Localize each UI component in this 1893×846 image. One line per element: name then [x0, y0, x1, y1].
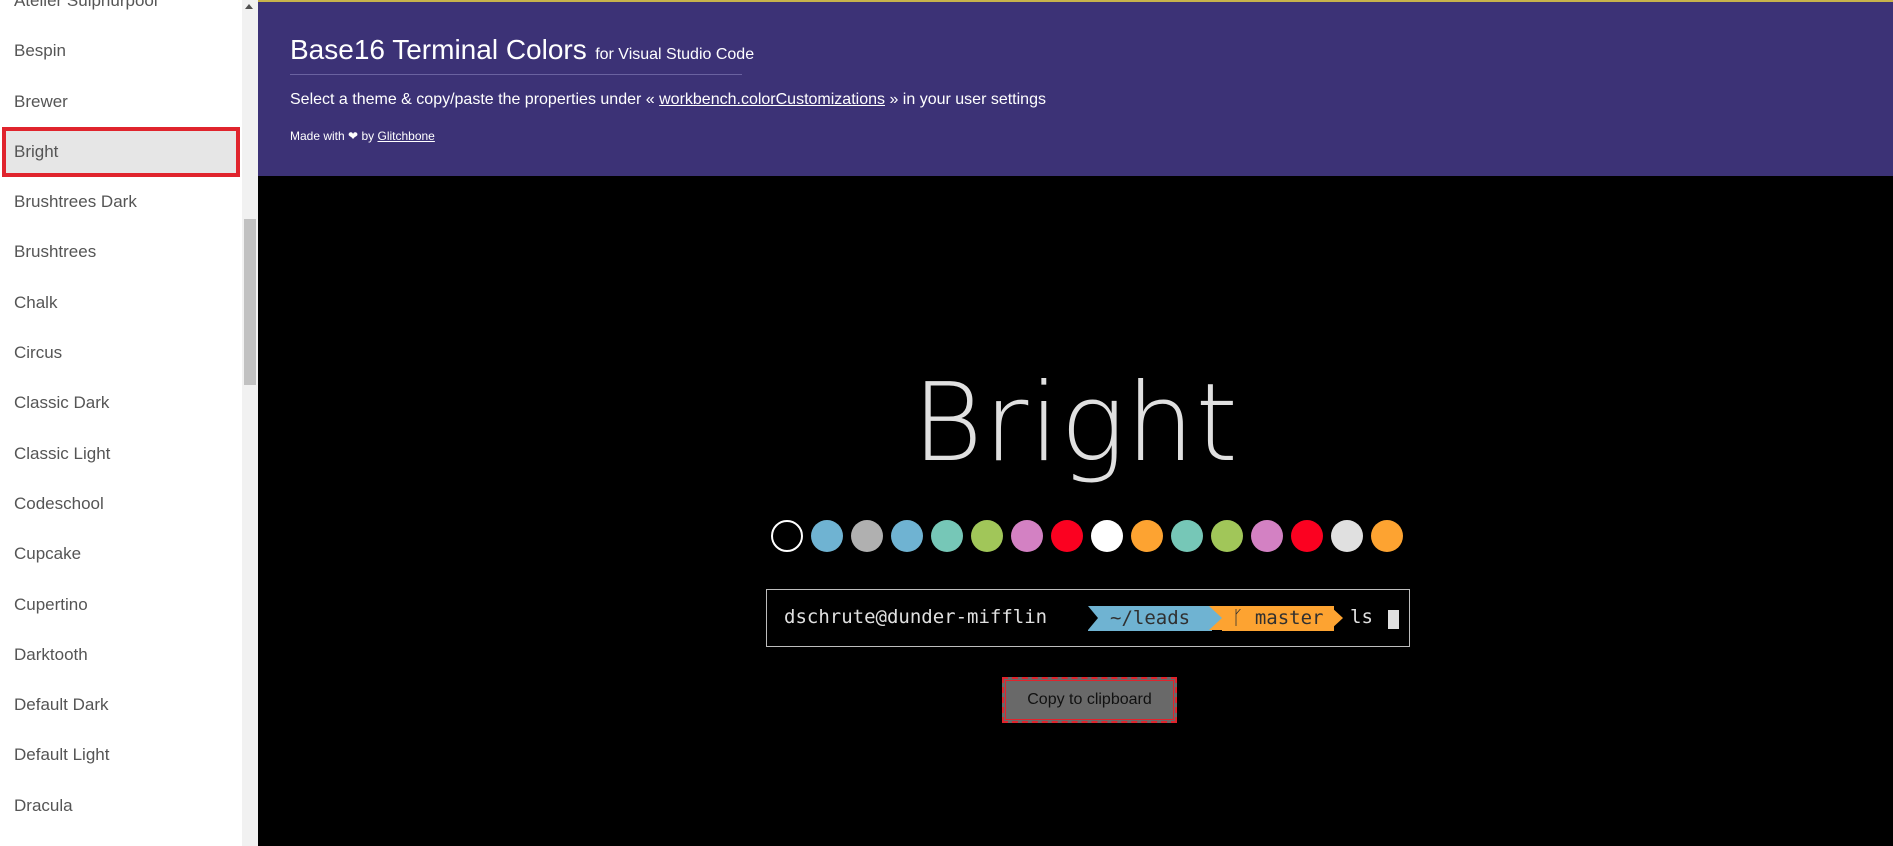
color-swatch	[1131, 520, 1163, 552]
prompt-branch-segment: ᚴ master	[1222, 606, 1334, 631]
dir-segment-start-arrow	[1088, 606, 1098, 630]
title-divider	[290, 74, 742, 75]
color-swatch	[1331, 520, 1363, 552]
theme-list-item[interactable]: Cupcake	[0, 529, 242, 579]
heart-icon: ❤	[348, 129, 359, 143]
color-swatch	[1211, 520, 1243, 552]
color-swatch	[1091, 520, 1123, 552]
color-swatch	[891, 520, 923, 552]
color-swatch	[971, 520, 1003, 552]
instructions-text: Select a theme & copy/paste the properti…	[290, 91, 1046, 109]
theme-list-item[interactable]: Default Dark	[0, 680, 242, 730]
color-swatch	[811, 520, 843, 552]
theme-list-item[interactable]: Circus	[0, 328, 242, 378]
sidebar-scrollbar[interactable]	[242, 0, 258, 846]
author-link[interactable]: Glitchbone	[377, 129, 434, 143]
color-swatch	[851, 520, 883, 552]
theme-list-item[interactable]: Classic Light	[0, 429, 242, 479]
credit-prefix: Made with	[290, 129, 345, 143]
page-header: Base16 Terminal Colors for Visual Studio…	[258, 0, 1893, 176]
theme-list-item[interactable]: Darktooth	[0, 630, 242, 680]
theme-list-item[interactable]: Codeschool	[0, 479, 242, 529]
page-title: Base16 Terminal Colors	[290, 34, 587, 65]
color-swatch	[1051, 520, 1083, 552]
theme-list-item[interactable]: Brushtrees Dark	[0, 177, 242, 227]
theme-list-item[interactable]: Default Light	[0, 730, 242, 780]
page-subtitle: for Visual Studio Code	[595, 46, 755, 63]
theme-list-item[interactable]: Dracula	[0, 781, 242, 831]
terminal-preview: dschrute@dunder-mifflin ~/leads ᚴ master…	[766, 589, 1410, 647]
git-branch-icon: ᚴ	[1232, 607, 1244, 629]
scroll-up-arrow-icon[interactable]	[245, 4, 253, 9]
theme-preview: Bright dschrute@dunder-mifflin ~/leads ᚴ…	[258, 176, 1893, 846]
theme-list-item[interactable]: Classic Dark	[0, 378, 242, 428]
theme-list-item[interactable]: Brushtrees	[0, 227, 242, 277]
branch-name: master	[1254, 607, 1324, 629]
credit-by: by	[361, 129, 375, 143]
theme-list-item[interactable]: Cupertino	[0, 580, 242, 630]
instructions-prefix: Select a theme & copy/paste the properti…	[290, 91, 655, 108]
theme-list-item[interactable]: Chalk	[0, 278, 242, 328]
theme-list-item[interactable]: Atelier Sulphurpool	[0, 0, 242, 26]
color-customizations-link[interactable]: workbench.colorCustomizations	[659, 91, 885, 108]
copy-to-clipboard-button[interactable]: Copy to clipboard	[1002, 677, 1177, 723]
theme-list: Atelier Sulphurpool Bespin Brewer Bright Bru…	[0, 0, 242, 831]
theme-list-item[interactable]: Brewer	[0, 77, 242, 127]
theme-sidebar: Atelier Sulphurpool Bespin Brewer Bright Bru…	[0, 0, 258, 846]
scrollbar-thumb[interactable]	[244, 219, 256, 385]
branch-segment-end-arrow	[1330, 606, 1343, 630]
theme-list-item[interactable]: Bespin	[0, 26, 242, 76]
theme-list-item[interactable]: Bright	[2, 126, 240, 178]
terminal-cursor	[1388, 610, 1399, 629]
credit-line: Made with ❤ by Glitchbone	[290, 129, 435, 143]
title-row: Base16 Terminal Colors for Visual Studio…	[290, 34, 754, 66]
prompt-user-host: dschrute@dunder-mifflin	[784, 606, 1048, 628]
theme-name-heading: Bright	[912, 361, 1239, 486]
color-swatch	[1291, 520, 1323, 552]
color-swatches	[771, 520, 1403, 554]
instructions-suffix: » in your user settings	[889, 91, 1046, 108]
prompt-directory-segment: ~/leads	[1088, 606, 1213, 631]
prompt-command: ls	[1350, 606, 1373, 628]
color-swatch	[931, 520, 963, 552]
dir-segment-end-arrow	[1209, 606, 1222, 630]
color-swatch	[771, 520, 803, 552]
color-swatch	[1011, 520, 1043, 552]
color-swatch	[1171, 520, 1203, 552]
color-swatch	[1251, 520, 1283, 552]
color-swatch	[1371, 520, 1403, 552]
